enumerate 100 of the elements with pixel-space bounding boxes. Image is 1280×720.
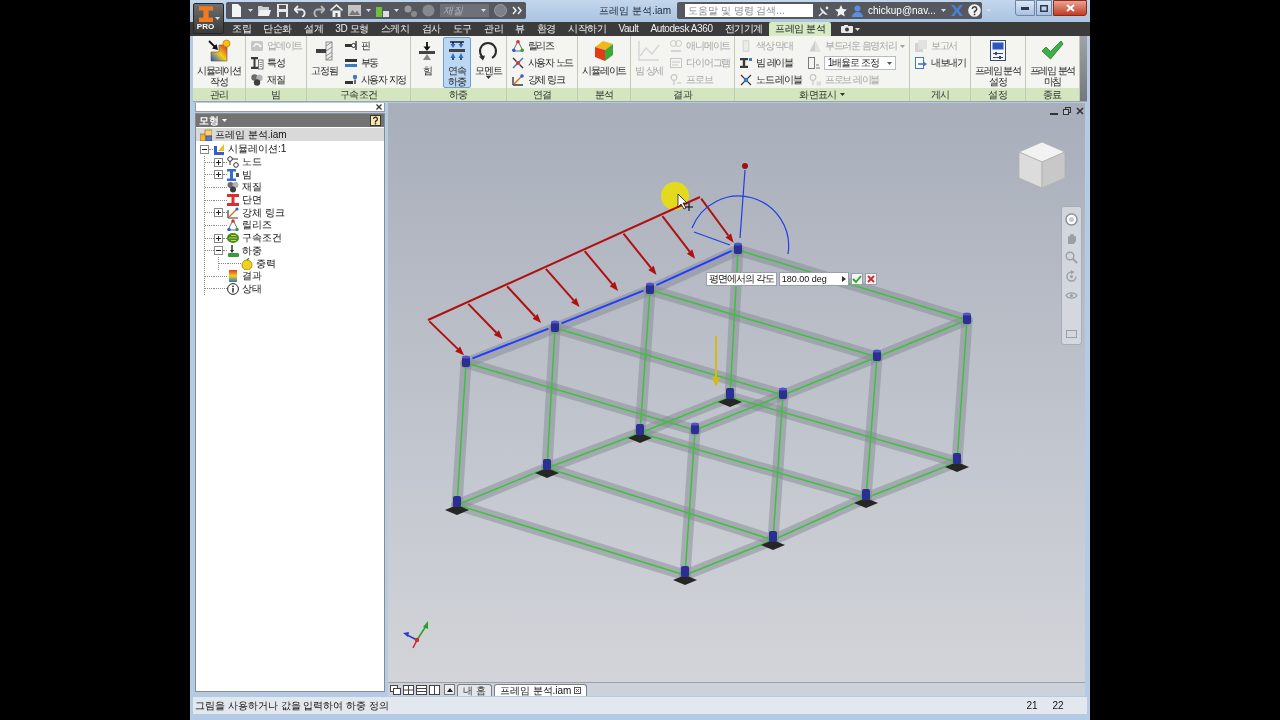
ribbon-button[interactable]: 프레임 분석 설정 xyxy=(973,37,1023,88)
ribbon-tab[interactable]: 조립 xyxy=(226,22,258,36)
new-document-icon[interactable] xyxy=(230,4,243,17)
close-icon[interactable] xyxy=(574,687,582,694)
ok-check-icon[interactable] xyxy=(850,273,863,285)
dots-icon[interactable] xyxy=(404,4,417,17)
ribbon-tab[interactable]: 뷰 xyxy=(509,22,531,36)
ribbon-button[interactable]: 빔 레이블 xyxy=(737,55,804,71)
ribbon-button[interactable]: 시뮬레이션 작성 xyxy=(195,37,243,88)
tree-item[interactable]: 단면 xyxy=(242,194,262,207)
ribbon-button[interactable]: 힘 xyxy=(413,37,442,77)
tree-item[interactable]: 노드 xyxy=(242,156,262,169)
ribbon-button[interactable]: 사용자 지정 xyxy=(341,72,409,88)
angle-handle[interactable] xyxy=(742,163,748,169)
redo-icon[interactable] xyxy=(312,4,325,17)
tile-windows-icon[interactable] xyxy=(403,685,414,695)
caret-icon[interactable] xyxy=(855,27,861,31)
tree-item[interactable]: 릴리즈 xyxy=(242,219,272,232)
picture-icon[interactable] xyxy=(348,4,361,17)
caret-icon[interactable] xyxy=(215,17,221,20)
plus-box-icon[interactable] xyxy=(214,233,223,243)
ribbon-button[interactable]: 연속 하중 xyxy=(443,37,472,88)
plus-box-icon[interactable] xyxy=(214,170,223,180)
ribbon-button[interactable]: 강체 링크 xyxy=(508,72,576,88)
ribbon-tab[interactable]: Autodesk A360 xyxy=(644,22,719,36)
browser-title-dropdown[interactable]: 모형 xyxy=(199,114,227,127)
ribbon-tab[interactable]: 시작하기 xyxy=(562,22,613,36)
expand-arrow-icon[interactable] xyxy=(841,276,846,282)
tree-item[interactable]: 결과 xyxy=(242,270,262,283)
caret-icon[interactable] xyxy=(485,76,491,79)
tree-item[interactable]: 시뮬레이션:1 xyxy=(228,143,287,156)
ribbon-tab[interactable]: 환경 xyxy=(530,22,562,36)
selected-beam-segment[interactable] xyxy=(560,289,645,325)
ribbon-button[interactable]: 모멘트 xyxy=(473,37,504,80)
ribbon-tab[interactable]: 전기기계 xyxy=(718,22,769,36)
undo-icon[interactable] xyxy=(294,4,307,17)
user-name[interactable]: chickup@nav... xyxy=(868,4,936,17)
ribbon-tab[interactable]: 관리 xyxy=(478,22,510,36)
tree-item[interactable]: 상태 xyxy=(242,282,262,295)
ribbon-button[interactable]: 재질 xyxy=(248,72,305,88)
ribbon-button[interactable]: 고정됨 xyxy=(309,37,340,77)
cascade-windows-icon[interactable] xyxy=(390,685,401,695)
plus-box-icon[interactable] xyxy=(214,208,223,218)
ribbon-button[interactable]: 내보내기 xyxy=(911,55,968,71)
ribbon-tab[interactable]: 스케치 xyxy=(374,22,416,36)
ribbon-tab[interactable]: 도구 xyxy=(446,22,478,36)
ribbon-tab[interactable]: 3D 모형 xyxy=(329,22,375,36)
caret-icon[interactable] xyxy=(366,9,371,12)
caret-icon[interactable] xyxy=(394,9,399,12)
close-icon[interactable] xyxy=(1076,107,1084,115)
app-menu-button[interactable]: PRO xyxy=(193,3,224,34)
ribbon-button[interactable]: 사용자 노드 xyxy=(508,55,576,71)
help-icon[interactable] xyxy=(967,4,981,17)
blocks-icon[interactable] xyxy=(376,4,389,17)
camera-icon[interactable] xyxy=(841,25,854,33)
browser-search-field[interactable] xyxy=(195,103,385,112)
ribbon-button[interactable]: 노드 레이블 xyxy=(737,72,804,88)
cancel-icon[interactable] xyxy=(864,273,877,285)
document-tab[interactable]: 내 홈 xyxy=(457,684,492,696)
ribbon-tab[interactable]: 단순화 xyxy=(257,22,298,36)
double-chevron-icon[interactable] xyxy=(512,6,522,15)
help-icon[interactable] xyxy=(370,115,381,126)
ribbon-button[interactable]: 프레임 분석 마침 xyxy=(1027,37,1078,88)
document-tab[interactable]: 프레임 분석.iam xyxy=(493,684,588,696)
angle-value-field[interactable]: 180.00 deg xyxy=(778,272,849,286)
satellite-dish-icon[interactable] xyxy=(818,4,830,17)
minimize-button[interactable] xyxy=(1015,0,1035,16)
caret-icon[interactable] xyxy=(886,61,892,65)
vertical-split-icon[interactable] xyxy=(429,685,440,695)
angle-arc[interactable] xyxy=(691,195,790,255)
maximize-button[interactable] xyxy=(1036,0,1052,16)
tree-item[interactable]: 중력 xyxy=(256,257,276,270)
plus-box-icon[interactable] xyxy=(214,157,223,167)
ribbon-button[interactable]: 부동 xyxy=(341,55,409,71)
horizontal-split-icon[interactable] xyxy=(416,685,427,695)
clear-icon[interactable] xyxy=(376,104,382,110)
minus-box-icon[interactable] xyxy=(200,144,209,154)
selected-beam-segment[interactable] xyxy=(471,327,550,360)
caret-icon[interactable] xyxy=(839,93,845,96)
tree-item[interactable]: 재질 xyxy=(242,181,262,194)
open-folder-icon[interactable] xyxy=(258,4,271,17)
tree-item[interactable]: 구속조건 xyxy=(242,232,282,245)
restore-icon[interactable] xyxy=(1063,107,1071,115)
steering-wheel-icon[interactable] xyxy=(1065,213,1078,226)
caret-icon[interactable] xyxy=(248,9,253,12)
save-icon[interactable] xyxy=(276,4,289,17)
tree-item[interactable]: 빔 xyxy=(242,168,252,181)
minus-box-icon[interactable] xyxy=(214,246,223,256)
caret-icon[interactable] xyxy=(940,9,946,12)
ribbon-button[interactable]: 시뮬레이트 xyxy=(580,37,629,77)
star-icon[interactable] xyxy=(835,4,847,17)
round-button-icon[interactable] xyxy=(494,4,507,17)
ribbon-tab[interactable]: 프레임 분석 xyxy=(768,22,832,36)
scale-dropdown[interactable]: 1배율로 조정 xyxy=(823,56,896,70)
tree-item[interactable]: 하중 xyxy=(242,244,262,257)
browser-root-item[interactable]: 프레임 분석.iam xyxy=(196,128,384,141)
tree-item[interactable]: 강체 링크 xyxy=(242,206,285,219)
tab-list-button[interactable] xyxy=(444,684,455,695)
ribbon-button[interactable]: 핀 xyxy=(341,38,409,54)
help-search-field[interactable]: 도움말 및 명령 검색... xyxy=(685,4,813,17)
